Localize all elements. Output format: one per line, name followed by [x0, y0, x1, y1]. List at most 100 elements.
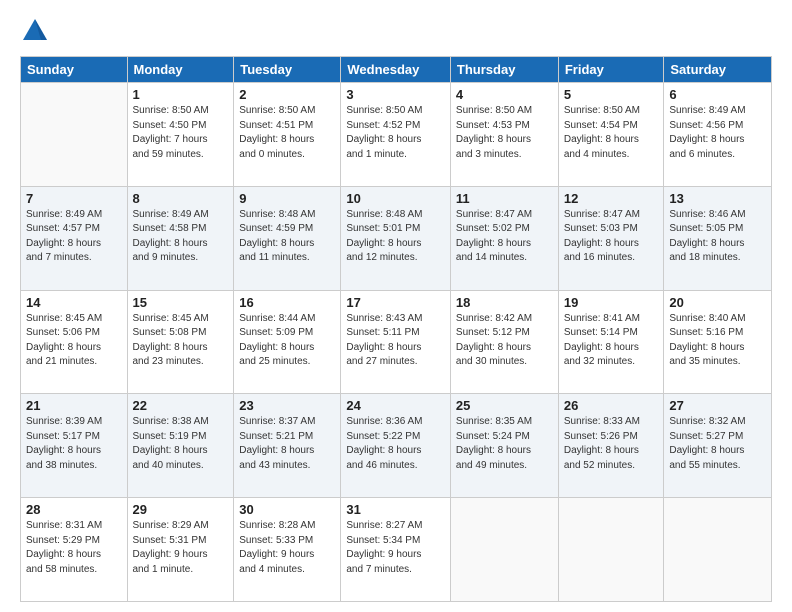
day-info: Sunrise: 8:45 AM Sunset: 5:06 PM Dayligh… [26, 312, 122, 370]
calendar-day-cell: 20 Sunrise: 8:40 AM Sunset: 5:16 PM Dayli… [664, 290, 772, 394]
day-info: Sunrise: 8:49 AM Sunset: 4:57 PM Dayligh… [26, 208, 122, 266]
day-number: 2 [239, 87, 335, 102]
day-number: 18 [456, 295, 553, 310]
weekday-header-friday: Friday [558, 57, 664, 83]
calendar-day-cell: 7 Sunrise: 8:49 AM Sunset: 4:57 PM Daylig… [21, 186, 128, 290]
calendar-table: SundayMondayTuesdayWednesdayThursdayFrid… [20, 56, 772, 602]
calendar-day-cell: 16 Sunrise: 8:44 AM Sunset: 5:09 PM Dayli… [234, 290, 341, 394]
calendar-day-cell: 31 Sunrise: 8:27 AM Sunset: 5:34 PM Dayli… [341, 498, 451, 602]
logo [20, 16, 54, 46]
day-number: 28 [26, 502, 122, 517]
day-number: 29 [133, 502, 229, 517]
page: SundayMondayTuesdayWednesdayThursdayFrid… [0, 0, 792, 612]
day-info: Sunrise: 8:39 AM Sunset: 5:17 PM Dayligh… [26, 415, 122, 473]
day-number: 21 [26, 398, 122, 413]
day-number: 11 [456, 191, 553, 206]
calendar-day-cell: 9 Sunrise: 8:48 AM Sunset: 4:59 PM Daylig… [234, 186, 341, 290]
calendar-day-cell [558, 498, 664, 602]
weekday-header-wednesday: Wednesday [341, 57, 451, 83]
calendar-day-cell: 30 Sunrise: 8:28 AM Sunset: 5:33 PM Dayli… [234, 498, 341, 602]
weekday-header-saturday: Saturday [664, 57, 772, 83]
day-number: 13 [669, 191, 766, 206]
calendar-day-cell: 8 Sunrise: 8:49 AM Sunset: 4:58 PM Daylig… [127, 186, 234, 290]
day-info: Sunrise: 8:42 AM Sunset: 5:12 PM Dayligh… [456, 312, 553, 370]
calendar-day-cell: 21 Sunrise: 8:39 AM Sunset: 5:17 PM Dayli… [21, 394, 128, 498]
day-number: 17 [346, 295, 445, 310]
calendar-week-row: 21 Sunrise: 8:39 AM Sunset: 5:17 PM Dayli… [21, 394, 772, 498]
calendar-day-cell: 5Sunrise: 8:50 AM Sunset: 4:54 PM Daylig… [558, 83, 664, 187]
calendar-week-row: 7 Sunrise: 8:49 AM Sunset: 4:57 PM Daylig… [21, 186, 772, 290]
day-info: Sunrise: 8:40 AM Sunset: 5:16 PM Dayligh… [669, 312, 766, 370]
weekday-header-thursday: Thursday [450, 57, 558, 83]
day-info: Sunrise: 8:35 AM Sunset: 5:24 PM Dayligh… [456, 415, 553, 473]
day-number: 6 [669, 87, 766, 102]
day-info: Sunrise: 8:33 AM Sunset: 5:26 PM Dayligh… [564, 415, 659, 473]
calendar-day-cell: 24 Sunrise: 8:36 AM Sunset: 5:22 PM Dayli… [341, 394, 451, 498]
day-info: Sunrise: 8:28 AM Sunset: 5:33 PM Dayligh… [239, 519, 335, 577]
weekday-header-tuesday: Tuesday [234, 57, 341, 83]
day-info: Sunrise: 8:47 AM Sunset: 5:02 PM Dayligh… [456, 208, 553, 266]
day-number: 22 [133, 398, 229, 413]
day-number: 12 [564, 191, 659, 206]
day-number: 16 [239, 295, 335, 310]
day-info: Sunrise: 8:38 AM Sunset: 5:19 PM Dayligh… [133, 415, 229, 473]
calendar-day-cell: 26 Sunrise: 8:33 AM Sunset: 5:26 PM Dayli… [558, 394, 664, 498]
day-number: 26 [564, 398, 659, 413]
calendar-day-cell: 27Sunrise: 8:32 AM Sunset: 5:27 PM Dayli… [664, 394, 772, 498]
day-info: Sunrise: 8:48 AM Sunset: 4:59 PM Dayligh… [239, 208, 335, 266]
calendar-day-cell: 2 Sunrise: 8:50 AM Sunset: 4:51 PM Daylig… [234, 83, 341, 187]
day-number: 27 [669, 398, 766, 413]
day-info: Sunrise: 8:48 AM Sunset: 5:01 PM Dayligh… [346, 208, 445, 266]
calendar-header-row: SundayMondayTuesdayWednesdayThursdayFrid… [21, 57, 772, 83]
day-number: 25 [456, 398, 553, 413]
day-info: Sunrise: 8:37 AM Sunset: 5:21 PM Dayligh… [239, 415, 335, 473]
day-info: Sunrise: 8:49 AM Sunset: 4:58 PM Dayligh… [133, 208, 229, 266]
day-info: Sunrise: 8:43 AM Sunset: 5:11 PM Dayligh… [346, 312, 445, 370]
calendar-day-cell: 17 Sunrise: 8:43 AM Sunset: 5:11 PM Dayli… [341, 290, 451, 394]
day-number: 15 [133, 295, 229, 310]
day-info: Sunrise: 8:50 AM Sunset: 4:52 PM Dayligh… [346, 104, 445, 162]
calendar-day-cell: 3 Sunrise: 8:50 AM Sunset: 4:52 PM Daylig… [341, 83, 451, 187]
day-info: Sunrise: 8:50 AM Sunset: 4:50 PM Dayligh… [133, 104, 229, 162]
weekday-header-monday: Monday [127, 57, 234, 83]
calendar-day-cell: 29 Sunrise: 8:29 AM Sunset: 5:31 PM Dayli… [127, 498, 234, 602]
day-number: 30 [239, 502, 335, 517]
day-info: Sunrise: 8:50 AM Sunset: 4:54 PM Dayligh… [564, 104, 659, 162]
day-info: Sunrise: 8:47 AM Sunset: 5:03 PM Dayligh… [564, 208, 659, 266]
day-number: 31 [346, 502, 445, 517]
day-number: 24 [346, 398, 445, 413]
day-number: 23 [239, 398, 335, 413]
day-info: Sunrise: 8:29 AM Sunset: 5:31 PM Dayligh… [133, 519, 229, 577]
calendar-day-cell: 6 Sunrise: 8:49 AM Sunset: 4:56 PM Daylig… [664, 83, 772, 187]
day-number: 3 [346, 87, 445, 102]
calendar-day-cell [450, 498, 558, 602]
day-number: 8 [133, 191, 229, 206]
day-info: Sunrise: 8:27 AM Sunset: 5:34 PM Dayligh… [346, 519, 445, 577]
day-info: Sunrise: 8:50 AM Sunset: 4:51 PM Dayligh… [239, 104, 335, 162]
calendar-day-cell: 28 Sunrise: 8:31 AM Sunset: 5:29 PM Dayli… [21, 498, 128, 602]
day-info: Sunrise: 8:31 AM Sunset: 5:29 PM Dayligh… [26, 519, 122, 577]
header [20, 16, 772, 46]
calendar-day-cell: 13Sunrise: 8:46 AM Sunset: 5:05 PM Dayli… [664, 186, 772, 290]
day-info: Sunrise: 8:36 AM Sunset: 5:22 PM Dayligh… [346, 415, 445, 473]
day-info: Sunrise: 8:49 AM Sunset: 4:56 PM Dayligh… [669, 104, 766, 162]
weekday-header-sunday: Sunday [21, 57, 128, 83]
calendar-week-row: 1Sunrise: 8:50 AM Sunset: 4:50 PM Daylig… [21, 83, 772, 187]
calendar-day-cell: 1Sunrise: 8:50 AM Sunset: 4:50 PM Daylig… [127, 83, 234, 187]
logo-icon [20, 16, 50, 46]
calendar-day-cell: 11 Sunrise: 8:47 AM Sunset: 5:02 PM Dayli… [450, 186, 558, 290]
calendar-day-cell: 19Sunrise: 8:41 AM Sunset: 5:14 PM Dayli… [558, 290, 664, 394]
day-info: Sunrise: 8:41 AM Sunset: 5:14 PM Dayligh… [564, 312, 659, 370]
calendar-day-cell: 12 Sunrise: 8:47 AM Sunset: 5:03 PM Dayli… [558, 186, 664, 290]
day-number: 7 [26, 191, 122, 206]
day-number: 9 [239, 191, 335, 206]
calendar-day-cell: 15Sunrise: 8:45 AM Sunset: 5:08 PM Dayli… [127, 290, 234, 394]
day-number: 4 [456, 87, 553, 102]
calendar-day-cell [21, 83, 128, 187]
day-info: Sunrise: 8:44 AM Sunset: 5:09 PM Dayligh… [239, 312, 335, 370]
calendar-week-row: 14 Sunrise: 8:45 AM Sunset: 5:06 PM Dayli… [21, 290, 772, 394]
day-number: 10 [346, 191, 445, 206]
day-number: 20 [669, 295, 766, 310]
day-number: 14 [26, 295, 122, 310]
day-info: Sunrise: 8:50 AM Sunset: 4:53 PM Dayligh… [456, 104, 553, 162]
